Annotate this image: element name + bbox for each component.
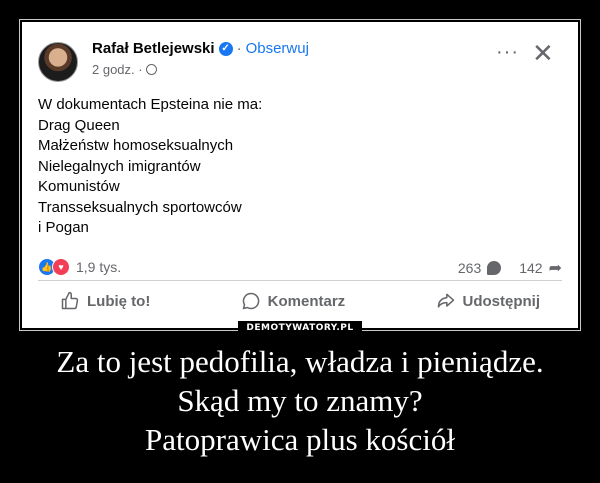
comments-count[interactable]: 263 (458, 260, 481, 276)
post-meta: 2 godz. · (92, 62, 157, 77)
engagement-counts: 263 142 ➦ (458, 258, 562, 278)
post-text-line: Nielegalnych imigrantów (38, 157, 201, 175)
verified-badge-icon: ✓ (218, 41, 233, 56)
caption-line: Patoprawica plus kościół (145, 422, 455, 457)
post-text-line: Komunistów (38, 178, 120, 195)
more-options-icon[interactable]: ··· (496, 42, 519, 62)
like-label: Lubię to! (87, 292, 151, 310)
shares-count[interactable]: 142 (519, 260, 542, 276)
post-text-line: Drag Queen (38, 116, 120, 134)
caption-line: Za to jest pedofilia, władza i pieniądze… (56, 344, 544, 379)
caption-line: Skąd my to znamy? (177, 383, 423, 418)
comment-button[interactable]: Komentarz (219, 291, 368, 311)
thumbs-up-icon (61, 291, 79, 310)
post-text-line: Transseksualnych sportowców (38, 198, 242, 216)
share-label: Udostępnij (462, 292, 541, 310)
globe-icon (145, 64, 157, 75)
share-arrow-icon: ➦ (548, 260, 562, 277)
caption: Za to jest pedofilia, władza i pieniądze… (0, 342, 600, 459)
like-button[interactable]: Lubię to! (38, 291, 172, 311)
share-icon (437, 293, 454, 308)
separator: · (236, 40, 242, 57)
post-time[interactable]: 2 godz. · (92, 62, 143, 77)
author-avatar[interactable] (38, 42, 78, 82)
follow-button[interactable]: Obserwuj (246, 40, 309, 57)
love-reaction-icon: ♥ (52, 258, 70, 276)
reactions-summary[interactable]: 👍 ♥ 1,9 tys. (38, 258, 121, 276)
author-row: Rafał Betlejewski ✓ · Obserwuj (92, 40, 309, 57)
author-name[interactable]: Rafał Betlejewski (92, 40, 215, 57)
comment-icon (242, 292, 259, 310)
share-button[interactable]: Udostępnij (414, 291, 563, 311)
post-text: W dokumentach Epsteina nie ma: Drag Quee… (38, 95, 262, 239)
close-icon[interactable]: ✕ (532, 40, 554, 66)
reactions-count: 1,9 tys. (76, 259, 122, 275)
post-actions: Lubię to! Komentarz Udostępnij (38, 286, 562, 316)
comment-label: Komentarz (267, 292, 346, 310)
facebook-post-card: Rafał Betlejewski ✓ · Obserwuj 2 godz. ·… (22, 22, 578, 328)
watermark-logo: DEMOTYWATORY.PL (238, 321, 362, 335)
post-text-line: Małżeństw homoseksualnych (38, 137, 234, 154)
comment-bubble-icon (487, 261, 502, 275)
post-text-line: W dokumentach Epsteina nie ma: (38, 96, 263, 113)
post-text-line: i Pogan (38, 219, 89, 236)
actions-divider (38, 280, 562, 281)
